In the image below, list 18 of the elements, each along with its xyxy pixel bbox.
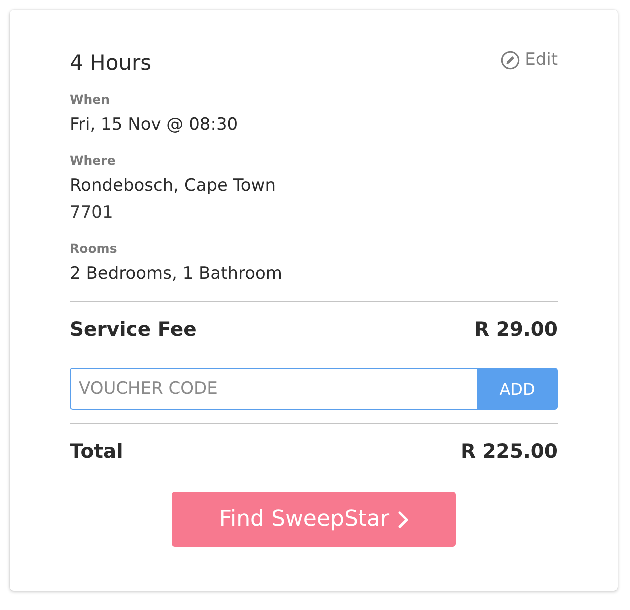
duration-title: 4 Hours xyxy=(70,50,152,77)
fee-label: Service Fee xyxy=(70,317,197,343)
detail-value: 2 Bedrooms, 1 Bathroom xyxy=(70,263,284,286)
chevron-right-icon xyxy=(398,510,409,528)
edit-link[interactable]: Edit xyxy=(501,48,558,72)
voucher-code-field[interactable]: VOUCHER CODE xyxy=(70,368,477,410)
pencil-circle-icon xyxy=(501,50,520,70)
detail-value: Rondebosch, Cape Town xyxy=(70,175,277,198)
detail-label: Rooms xyxy=(70,240,118,258)
detail-label: Where xyxy=(70,152,117,170)
fee-amount: R 29.00 xyxy=(474,317,558,343)
total-amount: R 225.00 xyxy=(460,439,558,465)
detail-value: Fri, 15 Nov @ 08:30 xyxy=(70,114,240,137)
detail-value: 7701 xyxy=(70,202,114,225)
find-sweepstar-button[interactable]: Find SweepStar xyxy=(172,492,456,547)
detail-label: When xyxy=(70,91,112,109)
total-label: Total xyxy=(70,439,124,465)
add-voucher-button[interactable]: ADD xyxy=(477,368,558,410)
